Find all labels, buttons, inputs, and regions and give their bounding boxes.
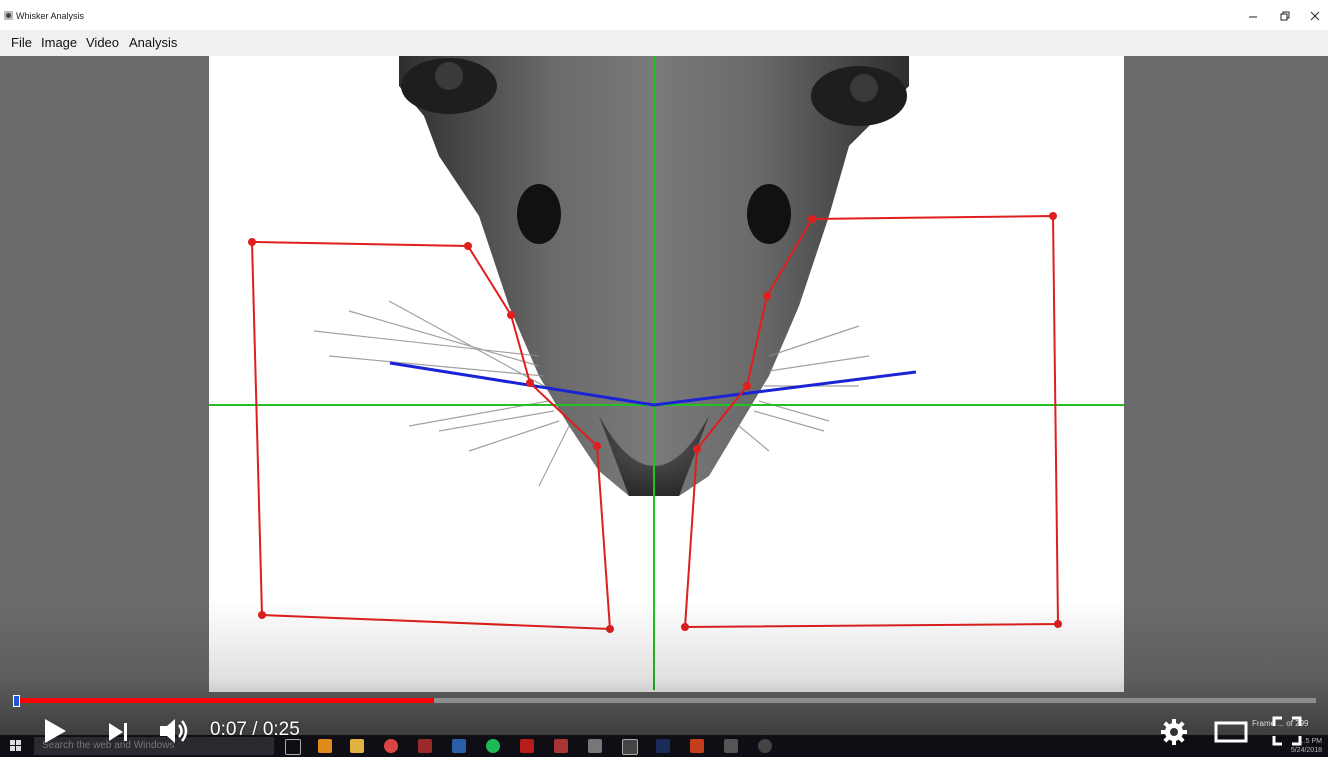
powerpoint-icon[interactable] — [690, 739, 704, 753]
spotify-icon[interactable] — [486, 739, 500, 753]
menu-file[interactable]: File — [11, 35, 32, 50]
photoshop-icon[interactable] — [656, 739, 670, 753]
calculator-icon[interactable] — [588, 739, 602, 753]
volume-button[interactable] — [154, 714, 194, 748]
fullscreen-icon — [1272, 716, 1302, 746]
minimize-button[interactable] — [1238, 6, 1268, 26]
skip-next-icon — [109, 723, 127, 741]
menu-bar: File Image Video Analysis — [0, 30, 1328, 56]
menu-image[interactable]: Image — [41, 35, 77, 50]
theater-mode-icon — [1214, 721, 1248, 743]
app-icon — [4, 11, 13, 20]
app-icon-circle[interactable] — [758, 739, 772, 753]
rat-frame-image — [313, 56, 909, 496]
theater-mode-button[interactable] — [1211, 716, 1251, 748]
close-button[interactable] — [1300, 6, 1328, 26]
acrobat-icon[interactable] — [520, 739, 534, 753]
next-button[interactable] — [102, 716, 134, 748]
restore-button[interactable] — [1270, 6, 1300, 26]
gear-icon — [1161, 719, 1187, 745]
menu-analysis[interactable]: Analysis — [129, 35, 177, 50]
window-title: Whisker Analysis — [16, 11, 85, 21]
windows-taskbar: Search the web and Windows ...5 PM 5/24/… — [0, 735, 1328, 757]
player-controls-gradient — [0, 600, 1328, 757]
photos-icon[interactable] — [724, 739, 738, 753]
title-bar: Whisker Analysis — [0, 0, 1328, 30]
settings-button[interactable] — [1157, 715, 1191, 749]
matlab-icon[interactable] — [318, 739, 332, 753]
task-view-icon[interactable] — [285, 739, 301, 755]
outlook-icon[interactable] — [452, 739, 466, 753]
minimize-icon — [1249, 16, 1257, 18]
volume-icon — [160, 719, 188, 743]
chrome-icon[interactable] — [384, 739, 398, 753]
play-icon — [45, 719, 66, 743]
file-explorer-icon[interactable] — [350, 739, 364, 753]
whisker-analysis-taskbar-icon[interactable] — [622, 739, 638, 755]
video-progress-fill — [17, 698, 434, 703]
close-icon — [1310, 11, 1320, 21]
fullscreen-button[interactable] — [1268, 714, 1306, 748]
time-display: 0:07 / 0:25 — [210, 719, 300, 740]
windows-start-icon[interactable] — [10, 740, 22, 752]
app-icon-gear[interactable] — [554, 739, 568, 753]
play-button[interactable] — [38, 714, 72, 748]
video-frame-viewer[interactable] — [209, 56, 1124, 692]
restore-icon — [1280, 11, 1290, 21]
video-scrubber-handle[interactable] — [13, 695, 20, 707]
menu-video[interactable]: Video — [86, 35, 119, 50]
settings-app-icon[interactable] — [418, 739, 432, 753]
